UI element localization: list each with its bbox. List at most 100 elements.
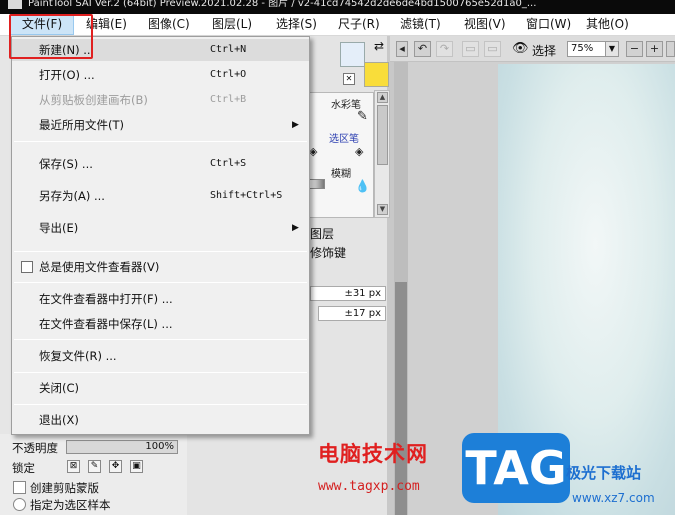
menu-item-label: 退出(X)	[39, 413, 79, 427]
zoom-out-icon[interactable]: −	[626, 41, 643, 57]
title-bar: PaintTool SAI Ver.2 (64bit) Preview.2021…	[0, 0, 675, 14]
tool-scrollbar[interactable]: ▲ ▼	[374, 90, 390, 218]
clip-mask-checkbox[interactable]	[13, 481, 26, 494]
menu-filter[interactable]: 滤镜(T)	[400, 14, 458, 35]
menu-item-label: 保存(S) ...	[39, 157, 93, 171]
lock-transparency-icon[interactable]: ⊠	[67, 460, 80, 473]
zoom-in-icon[interactable]: +	[646, 41, 663, 57]
menu-file[interactable]: 文件(F)	[10, 14, 74, 35]
undo-icon[interactable]: ↶	[414, 41, 431, 57]
menu-item-label: 打开(O) ...	[39, 68, 95, 82]
eye-icon[interactable]: 👁	[512, 41, 529, 56]
tool-grid: 水彩笔 ✎ 选区笔 ◈ ◈ 模糊 💧	[306, 92, 374, 218]
menu-item-label: 总是使用文件查看器(V)	[39, 260, 160, 274]
menu-item-label: 在文件查看器中保存(L) ...	[39, 317, 173, 331]
tool-scroll-thumb[interactable]	[377, 105, 388, 165]
modifier-label: 修饰键	[310, 246, 347, 260]
layer-label: 图层	[310, 227, 335, 241]
zoom-reset-icon[interactable]	[666, 41, 675, 57]
deselect-icon[interactable]: ▭	[462, 41, 479, 57]
menu-item-label: 导出(E)	[39, 221, 79, 235]
selection-sample-label: 指定为选区样本	[30, 498, 111, 512]
menu-item-recent[interactable]: 最近所用文件(T) ▶	[12, 114, 309, 136]
selection-sample-radio[interactable]	[13, 498, 26, 511]
invert-selection-icon[interactable]: ▭	[484, 41, 501, 57]
submenu-arrow-icon: ▶	[292, 120, 299, 130]
opacity-label: 不透明度	[12, 441, 58, 455]
menu-view[interactable]: 视图(V)	[464, 14, 520, 35]
watermark-download-name: 极光下载站	[566, 464, 642, 482]
watermark-site-url: www.tagxp.com	[318, 479, 420, 494]
menu-item-label: 新建(N) ...	[39, 43, 95, 57]
tool-selection-pen[interactable]: 选区笔	[329, 130, 359, 145]
redo-icon[interactable]: ↷	[436, 41, 453, 57]
menu-image[interactable]: 图像(C)	[148, 14, 206, 35]
menu-item-shortcut: Ctrl+S	[210, 158, 247, 169]
menu-item-shortcut: Ctrl+N	[210, 44, 247, 55]
menu-item-new[interactable]: 新建(N) ... Ctrl+N	[12, 39, 309, 61]
size-field-1[interactable]: ±31 px	[310, 286, 386, 301]
lock-all-icon[interactable]: ▣	[130, 460, 143, 473]
menu-item-from-clipboard[interactable]: 从剪贴板创建画布(B) Ctrl+B	[12, 89, 309, 111]
eraser-icon: ◈	[355, 145, 364, 158]
menu-item-label: 从剪贴板创建画布(B)	[39, 93, 148, 107]
clip-mask-label: 创建剪贴蒙版	[30, 481, 99, 495]
menu-item-open-in-viewer[interactable]: 在文件查看器中打开(F) ...	[12, 288, 309, 310]
menu-edit[interactable]: 编辑(E)	[86, 14, 142, 35]
menu-item-save[interactable]: 保存(S) ... Ctrl+S	[12, 153, 309, 175]
lock-move-icon[interactable]: ✥	[109, 460, 122, 473]
selection-toggle-label[interactable]: 选择	[532, 42, 556, 59]
window-title: PaintTool SAI Ver.2 (64bit) Preview.2021…	[28, 0, 537, 9]
lock-paint-icon[interactable]: ✎	[88, 460, 101, 473]
menu-separator	[14, 404, 307, 405]
menu-separator	[14, 339, 307, 340]
menu-layer[interactable]: 图层(L)	[212, 14, 272, 35]
bucket-icon: ◈	[309, 145, 318, 158]
app-icon	[8, 0, 22, 9]
menu-item-shortcut: Ctrl+B	[210, 94, 247, 105]
primary-color-swatch[interactable]	[340, 42, 365, 67]
menu-item-label: 最近所用文件(T)	[39, 118, 124, 132]
menu-item-always-viewer[interactable]: 总是使用文件查看器(V)	[12, 256, 309, 278]
menu-item-shortcut: Ctrl+O	[210, 69, 247, 80]
brush-icon: ✎	[357, 109, 368, 124]
menu-item-exit[interactable]: 退出(X)	[12, 409, 309, 431]
opacity-slider[interactable]: 100%	[66, 440, 178, 454]
tool-blur[interactable]: 模糊	[331, 165, 351, 180]
menu-item-export[interactable]: 导出(E) ▶	[12, 217, 309, 239]
file-menu-dropdown: 新建(N) ... Ctrl+N 打开(O) ... Ctrl+O 从剪贴板创建…	[11, 36, 310, 435]
menu-item-restore[interactable]: 恢复文件(R) ...	[12, 345, 309, 367]
menu-item-open[interactable]: 打开(O) ... Ctrl+O	[12, 64, 309, 86]
submenu-arrow-icon: ▶	[292, 223, 299, 233]
menu-item-label: 恢复文件(R) ...	[39, 349, 117, 363]
menu-item-label: 关闭(C)	[39, 381, 80, 395]
scroll-up-icon[interactable]: ▲	[377, 92, 388, 103]
swap-colors-icon[interactable]: ⇄	[372, 40, 386, 54]
menu-select[interactable]: 选择(S)	[276, 14, 334, 35]
scroll-left-icon[interactable]: ◂	[396, 41, 408, 57]
size-field-2[interactable]: ±17 px	[318, 306, 386, 321]
menu-item-save-in-viewer[interactable]: 在文件查看器中保存(L) ...	[12, 313, 309, 335]
menu-separator	[14, 372, 307, 373]
watermark-download-url: www.xz7.com	[572, 491, 655, 505]
menu-ruler[interactable]: 尺子(R)	[338, 14, 394, 35]
menu-separator	[14, 251, 307, 252]
checkbox-icon	[21, 261, 33, 273]
menu-other[interactable]: 其他(O)	[586, 14, 636, 35]
menu-window[interactable]: 窗口(W)	[526, 14, 584, 35]
chevron-down-icon[interactable]: ▼	[605, 42, 618, 56]
menu-item-label: 在文件查看器中打开(F) ...	[39, 292, 173, 306]
lock-label: 锁定	[12, 461, 35, 475]
transparent-color-icon[interactable]: ✕	[343, 73, 355, 85]
menu-item-save-as[interactable]: 另存为(A) ... Shift+Ctrl+S	[12, 185, 309, 207]
secondary-color-swatch[interactable]	[364, 62, 389, 87]
menu-bar: 文件(F) 编辑(E) 图像(C) 图层(L) 选择(S) 尺子(R) 滤镜(T…	[0, 14, 675, 36]
menu-item-label: 另存为(A) ...	[39, 189, 105, 203]
watermark-tag-logo: TAG	[462, 433, 570, 503]
menu-item-close[interactable]: 关闭(C)	[12, 377, 309, 399]
menu-separator	[14, 141, 307, 142]
drop-icon: 💧	[355, 179, 370, 193]
menu-item-shortcut: Shift+Ctrl+S	[210, 190, 283, 201]
scroll-down-icon[interactable]: ▼	[377, 204, 388, 215]
watermark-site-name: 电脑技术网	[318, 442, 428, 466]
